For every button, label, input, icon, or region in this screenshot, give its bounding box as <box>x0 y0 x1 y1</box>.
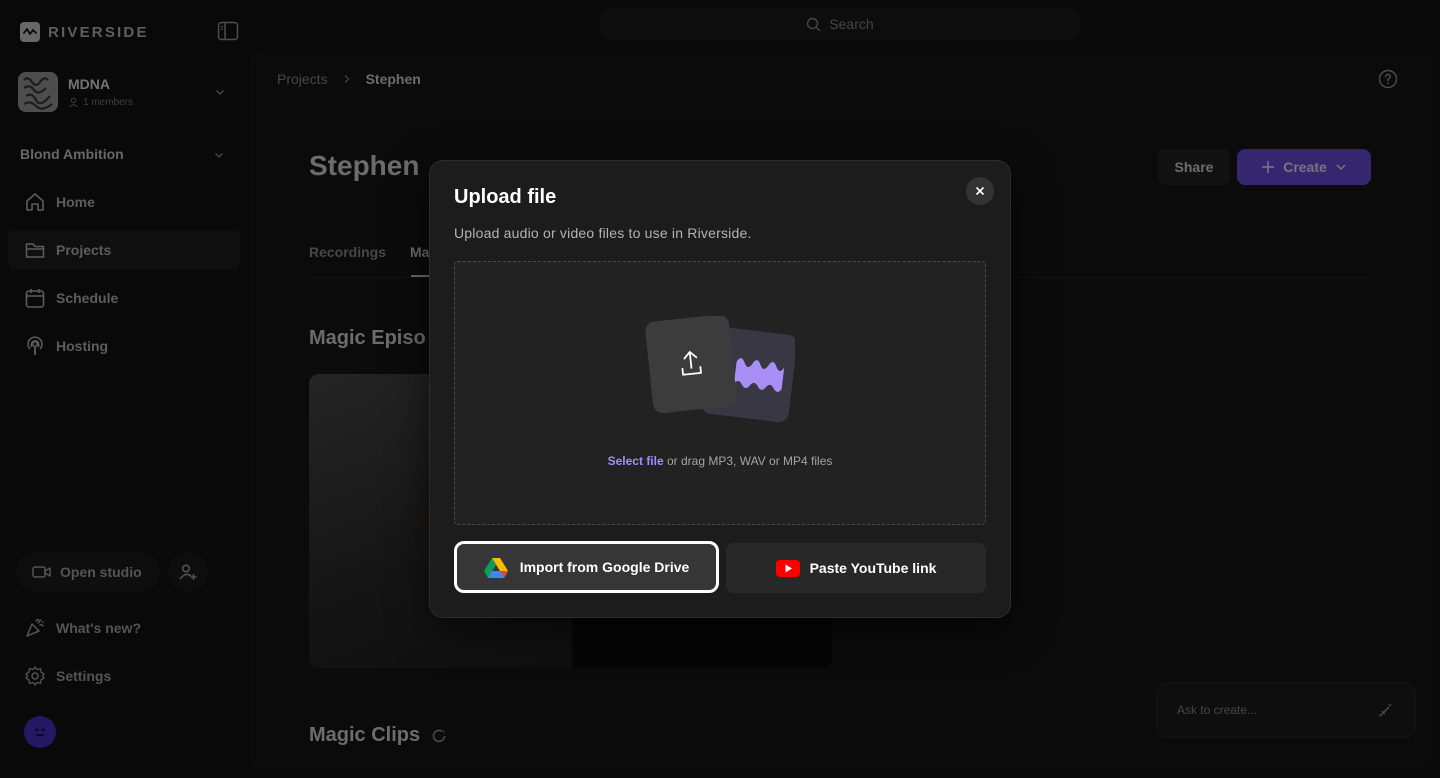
close-button[interactable] <box>966 177 994 205</box>
google-drive-label: Import from Google Drive <box>519 559 690 575</box>
google-drive-icon <box>483 557 508 578</box>
select-file-link[interactable]: Select file <box>608 454 664 468</box>
dropzone-instructions: Select file or drag MP3, WAV or MP4 file… <box>455 454 985 468</box>
upload-illustration <box>645 316 795 426</box>
paste-youtube-link-button[interactable]: Paste YouTube link <box>726 543 986 593</box>
upload-file-dialog: Upload file Upload audio or video files … <box>429 160 1011 618</box>
youtube-icon <box>775 559 800 577</box>
file-dropzone[interactable]: Select file or drag MP3, WAV or MP4 file… <box>454 261 986 525</box>
import-google-drive-button[interactable]: Import from Google Drive <box>454 541 719 593</box>
dialog-title: Upload file <box>454 186 557 208</box>
close-icon <box>975 186 985 196</box>
drop-hint: or drag MP3, WAV or MP4 files <box>663 454 833 468</box>
dialog-subtitle: Upload audio or video files to use in Ri… <box>454 225 752 241</box>
youtube-label: Paste YouTube link <box>809 560 937 576</box>
